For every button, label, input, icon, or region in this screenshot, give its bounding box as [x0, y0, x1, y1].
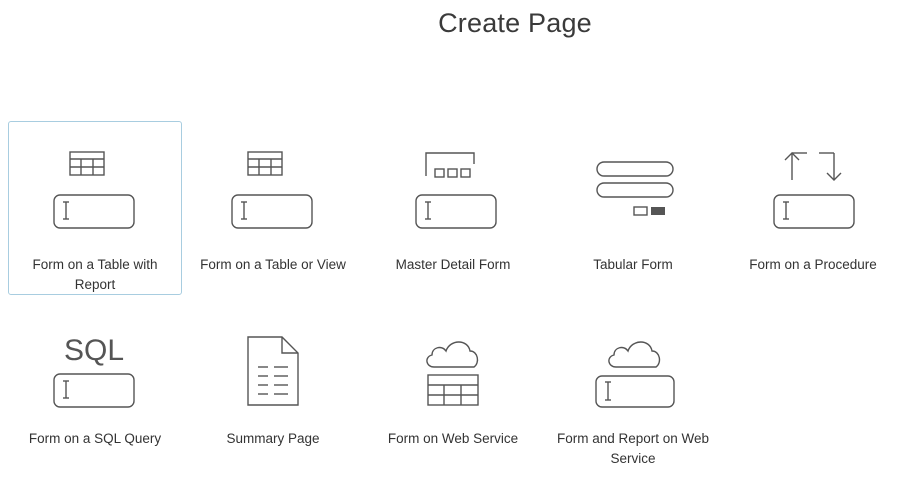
- tile-form-on-table-or-view[interactable]: Form on a Table or View: [186, 121, 360, 295]
- tile-form-on-web-service[interactable]: Form on Web Service: [366, 318, 540, 492]
- tile-form-and-report-on-web-service[interactable]: Form and Report on Web Service: [546, 318, 720, 492]
- tile-label: Master Detail Form: [395, 257, 511, 272]
- tabular-form-icon: [596, 161, 674, 216]
- tile-label: Tabular Form: [593, 257, 673, 272]
- tile-form-on-table-with-report[interactable]: Form on a Table with Report: [8, 121, 182, 295]
- tile-label: Form on a Table with Report: [32, 257, 158, 292]
- tile-label: Form on a Table or View: [200, 257, 346, 272]
- tile-master-detail-form[interactable]: Master Detail Form: [366, 121, 540, 295]
- tile-tabular-form[interactable]: Tabular Form: [546, 121, 720, 295]
- master-detail-icon: [415, 152, 497, 229]
- web-service-cloud-table-icon: [426, 341, 479, 406]
- summary-document-icon: [247, 336, 299, 406]
- tile-label: Form and Report on Web Service: [556, 431, 710, 466]
- tile-label: Form on a Procedure: [749, 257, 877, 272]
- tile-label: Summary Page: [226, 431, 320, 446]
- form-table-view-icon: [231, 151, 313, 229]
- tile-form-on-procedure[interactable]: Form on a Procedure: [726, 121, 897, 295]
- tile-label: Form on a SQL Query: [28, 431, 162, 446]
- page-title: Create Page: [438, 8, 592, 38]
- svg-text:SQL: SQL: [64, 334, 124, 367]
- procedure-icon: [773, 152, 855, 229]
- tile-form-on-sql-query[interactable]: SQL Form on a SQL Query: [8, 318, 182, 492]
- tile-summary-page[interactable]: Summary Page: [186, 318, 360, 492]
- form-table-report-icon: [53, 151, 135, 229]
- web-service-cloud-form-icon: [595, 341, 675, 408]
- tile-label: Form on Web Service: [387, 431, 519, 446]
- sql-query-icon: SQL: [53, 334, 135, 408]
